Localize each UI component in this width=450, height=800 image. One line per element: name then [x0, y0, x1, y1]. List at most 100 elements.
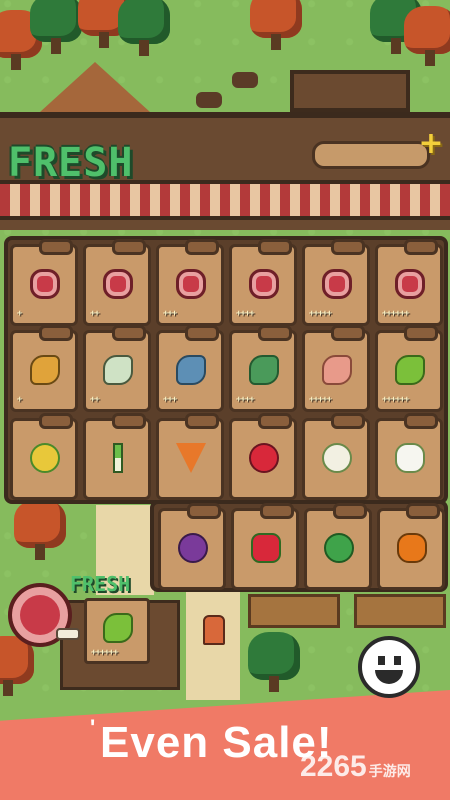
corn-icon [30, 443, 60, 473]
market-stall [290, 70, 410, 112]
shelf-slot[interactable] [229, 413, 297, 500]
fish-icon [249, 355, 279, 385]
pumpkin-icon [397, 533, 427, 563]
star-rating: ++ [90, 395, 100, 405]
meat-icon [176, 269, 206, 299]
turnip-icon [322, 443, 352, 473]
striped-awning [0, 180, 450, 220]
slot-tab [331, 239, 365, 255]
slot-tab [331, 413, 365, 429]
slot-tab [185, 325, 219, 341]
banner-quote-mark: ' [90, 715, 96, 740]
shelf-slot[interactable] [302, 413, 370, 500]
pepper-icon [251, 533, 281, 563]
slot-tab [260, 503, 294, 519]
shelf-slot[interactable] [375, 413, 443, 500]
star-rating: ++++++ [91, 648, 118, 658]
star-rating: +++ [163, 309, 177, 319]
shelf-slot[interactable]: ++++ [229, 239, 297, 326]
eggplant-icon [178, 533, 208, 563]
shelf-slot[interactable]: +++++ [302, 325, 370, 412]
slot-tab [39, 413, 73, 429]
slot-tab [39, 325, 73, 341]
currency-bar [312, 141, 430, 169]
fish-icon [30, 355, 60, 385]
fish-icon [103, 613, 133, 643]
site-watermark: 2265 手游网 [300, 750, 411, 784]
market-counter [248, 594, 340, 628]
shelf-slot[interactable] [83, 413, 151, 500]
meat-icon [322, 269, 352, 299]
bone-icon [56, 628, 80, 640]
fish-icon [395, 355, 425, 385]
shelf-slot[interactable]: ++++ [229, 325, 297, 412]
star-rating: + [17, 309, 23, 319]
slot-tab [258, 413, 292, 429]
slot-tab [404, 239, 438, 255]
star-rating: ++++ [236, 309, 255, 319]
slot-tab [331, 325, 365, 341]
meat-icon [249, 269, 279, 299]
slot-tab [187, 503, 221, 519]
autumn-tree [250, 0, 302, 50]
star-rating: + [17, 395, 23, 405]
shelf-slot[interactable] [377, 503, 445, 590]
shelf-slot[interactable] [231, 503, 299, 590]
star-rating: ++ [90, 309, 100, 319]
star-rating: ++++++ [382, 309, 409, 319]
shelf-slot[interactable]: + [10, 239, 78, 326]
daikon-icon [395, 443, 425, 473]
shelf-slot[interactable]: ++ [83, 325, 151, 412]
fish-icon [103, 355, 133, 385]
add-currency-button[interactable]: + [418, 129, 444, 159]
fish-icon [176, 355, 206, 385]
meat-icon [103, 269, 133, 299]
dirt-path [186, 590, 240, 700]
slot-tab [185, 413, 219, 429]
fish-icon [322, 355, 352, 385]
slot-tab [333, 503, 367, 519]
pine-tree [118, 0, 170, 56]
slot-tab [406, 503, 440, 519]
cabbage-icon [324, 533, 354, 563]
slot-tab [185, 239, 219, 255]
star-rating: +++ [163, 395, 177, 405]
shelf-slot[interactable]: + [10, 325, 78, 412]
slot-tab [404, 325, 438, 341]
shelf-slot[interactable] [304, 503, 372, 590]
slot-tab [112, 325, 146, 341]
meat-icon [30, 269, 60, 299]
smiley-face-icon [358, 636, 420, 698]
shelf-slot[interactable]: ++++++ [375, 325, 443, 412]
banner-headline: Even Sale! [100, 718, 333, 767]
star-rating: ++++++ [382, 395, 409, 405]
shelf-slot[interactable]: +++++ [302, 239, 370, 326]
watermark-suffix: 手游网 [368, 764, 411, 780]
watermark-brand: 2265 [300, 750, 367, 783]
leek-icon [113, 443, 123, 473]
shelf-slot[interactable]: ++++++ [375, 239, 443, 326]
pine-tree [248, 632, 300, 692]
shelf-slot[interactable] [10, 413, 78, 500]
shelf-slot[interactable] [156, 413, 224, 500]
market-counter [354, 594, 446, 628]
autumn-tree [14, 500, 66, 560]
cow-sprite [196, 92, 222, 108]
slot-tab [258, 325, 292, 341]
pine-tree [30, 0, 82, 54]
villager-sprite [203, 615, 225, 645]
star-rating: +++++ [309, 395, 332, 405]
slot-tab [258, 239, 292, 255]
star-rating: +++++ [309, 309, 332, 319]
featured-item-box[interactable]: ++++++ [84, 598, 150, 664]
shelf-slot[interactable]: +++ [156, 239, 224, 326]
shelf-slot[interactable]: ++ [83, 239, 151, 326]
autumn-tree [404, 6, 450, 66]
shelf-slot[interactable]: +++ [156, 325, 224, 412]
star-rating: ++++ [236, 395, 255, 405]
carrot-icon [176, 443, 206, 473]
cow-sprite [232, 72, 258, 88]
slot-tab [112, 413, 146, 429]
slot-tab [404, 413, 438, 429]
radish-icon [249, 443, 279, 473]
